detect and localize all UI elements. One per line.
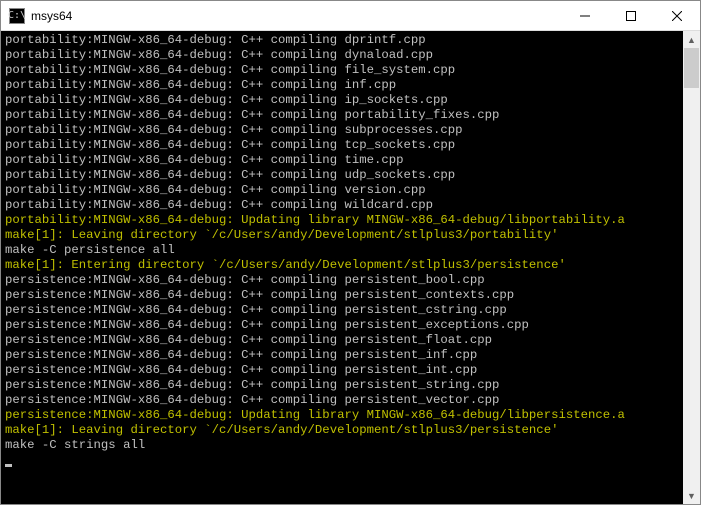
console-line: persistence:MINGW-x86_64-debug: C++ comp… xyxy=(5,348,679,363)
console-line: portability:MINGW-x86_64-debug: C++ comp… xyxy=(5,123,679,138)
console-line: portability:MINGW-x86_64-debug: C++ comp… xyxy=(5,138,679,153)
console-line: portability:MINGW-x86_64-debug: C++ comp… xyxy=(5,33,679,48)
console-line: persistence:MINGW-x86_64-debug: C++ comp… xyxy=(5,273,679,288)
console-area: portability:MINGW-x86_64-debug: C++ comp… xyxy=(1,31,700,504)
console-line: persistence:MINGW-x86_64-debug: C++ comp… xyxy=(5,333,679,348)
window-frame: C:\ msys64 portability:MINGW-x86_64-debu… xyxy=(0,0,701,505)
console-line: persistence:MINGW-x86_64-debug: C++ comp… xyxy=(5,363,679,378)
console-line: portability:MINGW-x86_64-debug: C++ comp… xyxy=(5,78,679,93)
console-line: portability:MINGW-x86_64-debug: C++ comp… xyxy=(5,93,679,108)
close-icon xyxy=(672,11,682,21)
console-line: portability:MINGW-x86_64-debug: C++ comp… xyxy=(5,153,679,168)
console-line: persistence:MINGW-x86_64-debug: C++ comp… xyxy=(5,288,679,303)
console-line: persistence:MINGW-x86_64-debug: C++ comp… xyxy=(5,393,679,408)
console-line: persistence:MINGW-x86_64-debug: Updating… xyxy=(5,408,679,423)
titlebar[interactable]: C:\ msys64 xyxy=(1,1,700,31)
window-controls xyxy=(562,1,700,30)
console-line: portability:MINGW-x86_64-debug: C++ comp… xyxy=(5,168,679,183)
console-line: make[1]: Entering directory `/c/Users/an… xyxy=(5,258,679,273)
maximize-icon xyxy=(626,11,636,21)
minimize-button[interactable] xyxy=(562,1,608,30)
close-button[interactable] xyxy=(654,1,700,30)
console-line: make[1]: Leaving directory `/c/Users/and… xyxy=(5,228,679,243)
console-line: persistence:MINGW-x86_64-debug: C++ comp… xyxy=(5,318,679,333)
console-line: portability:MINGW-x86_64-debug: C++ comp… xyxy=(5,108,679,123)
scroll-up-arrow-icon[interactable]: ▲ xyxy=(683,31,700,48)
console-line: portability:MINGW-x86_64-debug: C++ comp… xyxy=(5,198,679,213)
scroll-down-arrow-icon[interactable]: ▼ xyxy=(683,487,700,504)
maximize-button[interactable] xyxy=(608,1,654,30)
console-line: persistence:MINGW-x86_64-debug: C++ comp… xyxy=(5,378,679,393)
console-cursor-line xyxy=(5,453,679,468)
app-icon: C:\ xyxy=(9,8,25,24)
console-line: portability:MINGW-x86_64-debug: C++ comp… xyxy=(5,183,679,198)
vertical-scrollbar[interactable]: ▲ ▼ xyxy=(683,31,700,504)
console-line: persistence:MINGW-x86_64-debug: C++ comp… xyxy=(5,303,679,318)
window-title: msys64 xyxy=(31,9,562,23)
console-line: portability:MINGW-x86_64-debug: Updating… xyxy=(5,213,679,228)
console-line: portability:MINGW-x86_64-debug: C++ comp… xyxy=(5,48,679,63)
scroll-thumb[interactable] xyxy=(684,48,699,88)
console-line: portability:MINGW-x86_64-debug: C++ comp… xyxy=(5,63,679,78)
console-line: make -C persistence all xyxy=(5,243,679,258)
cursor-icon xyxy=(5,464,12,467)
console-line: make -C strings all xyxy=(5,438,679,453)
minimize-icon xyxy=(580,11,590,21)
console-output[interactable]: portability:MINGW-x86_64-debug: C++ comp… xyxy=(1,31,683,504)
console-line: make[1]: Leaving directory `/c/Users/and… xyxy=(5,423,679,438)
